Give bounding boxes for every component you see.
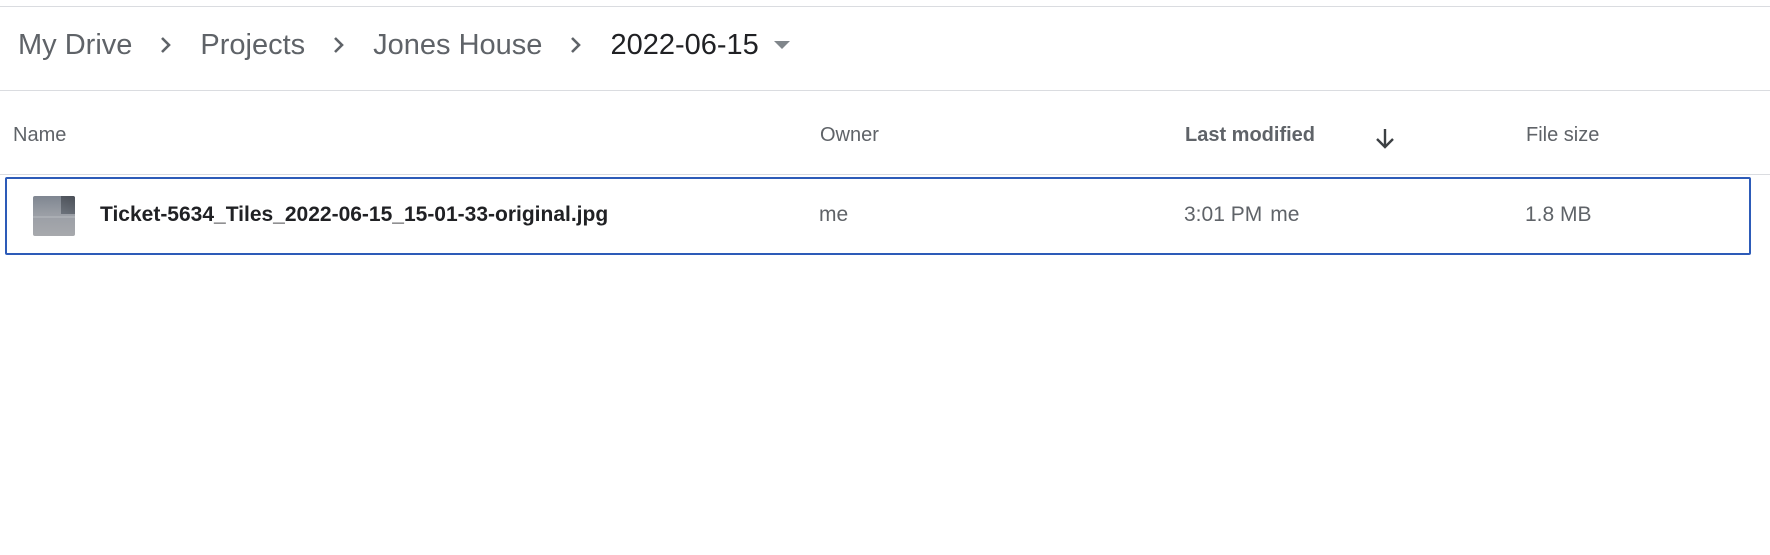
file-size: 1.8 MB xyxy=(1525,203,1592,226)
column-header-owner[interactable]: Owner xyxy=(820,124,879,147)
modified-time: 3:01 PM xyxy=(1184,203,1263,226)
breadcrumb-my-drive[interactable]: My Drive xyxy=(18,29,132,62)
image-thumbnail-icon xyxy=(33,196,75,236)
header-divider xyxy=(0,90,1770,91)
breadcrumb-jones-house[interactable]: Jones House xyxy=(373,29,542,62)
column-header-name[interactable]: Name xyxy=(13,124,66,147)
file-last-modified: 3:01 PM me xyxy=(1184,203,1299,227)
file-name: Ticket-5634_Tiles_2022-06-15_15-01-33-or… xyxy=(100,203,609,226)
column-header-last-modified[interactable]: Last modified xyxy=(1185,124,1315,147)
arrow-down-icon[interactable] xyxy=(1372,126,1398,152)
modified-by: me xyxy=(1270,203,1300,226)
chevron-right-icon xyxy=(542,20,610,70)
table-row[interactable]: Ticket-5634_Tiles_2022-06-15_15-01-33-or… xyxy=(5,177,1751,255)
column-header-file-size[interactable]: File size xyxy=(1526,124,1599,147)
chevron-right-icon xyxy=(305,20,373,70)
breadcrumb: My Drive Projects Jones House 2022-06-15 xyxy=(18,20,805,70)
file-owner: me xyxy=(819,203,849,226)
chevron-right-icon xyxy=(132,20,200,70)
column-header-divider xyxy=(0,174,1770,175)
top-divider xyxy=(0,6,1770,7)
caret-down-icon[interactable] xyxy=(759,20,805,70)
breadcrumb-projects[interactable]: Projects xyxy=(200,29,305,62)
breadcrumb-current-folder[interactable]: 2022-06-15 xyxy=(610,29,758,62)
